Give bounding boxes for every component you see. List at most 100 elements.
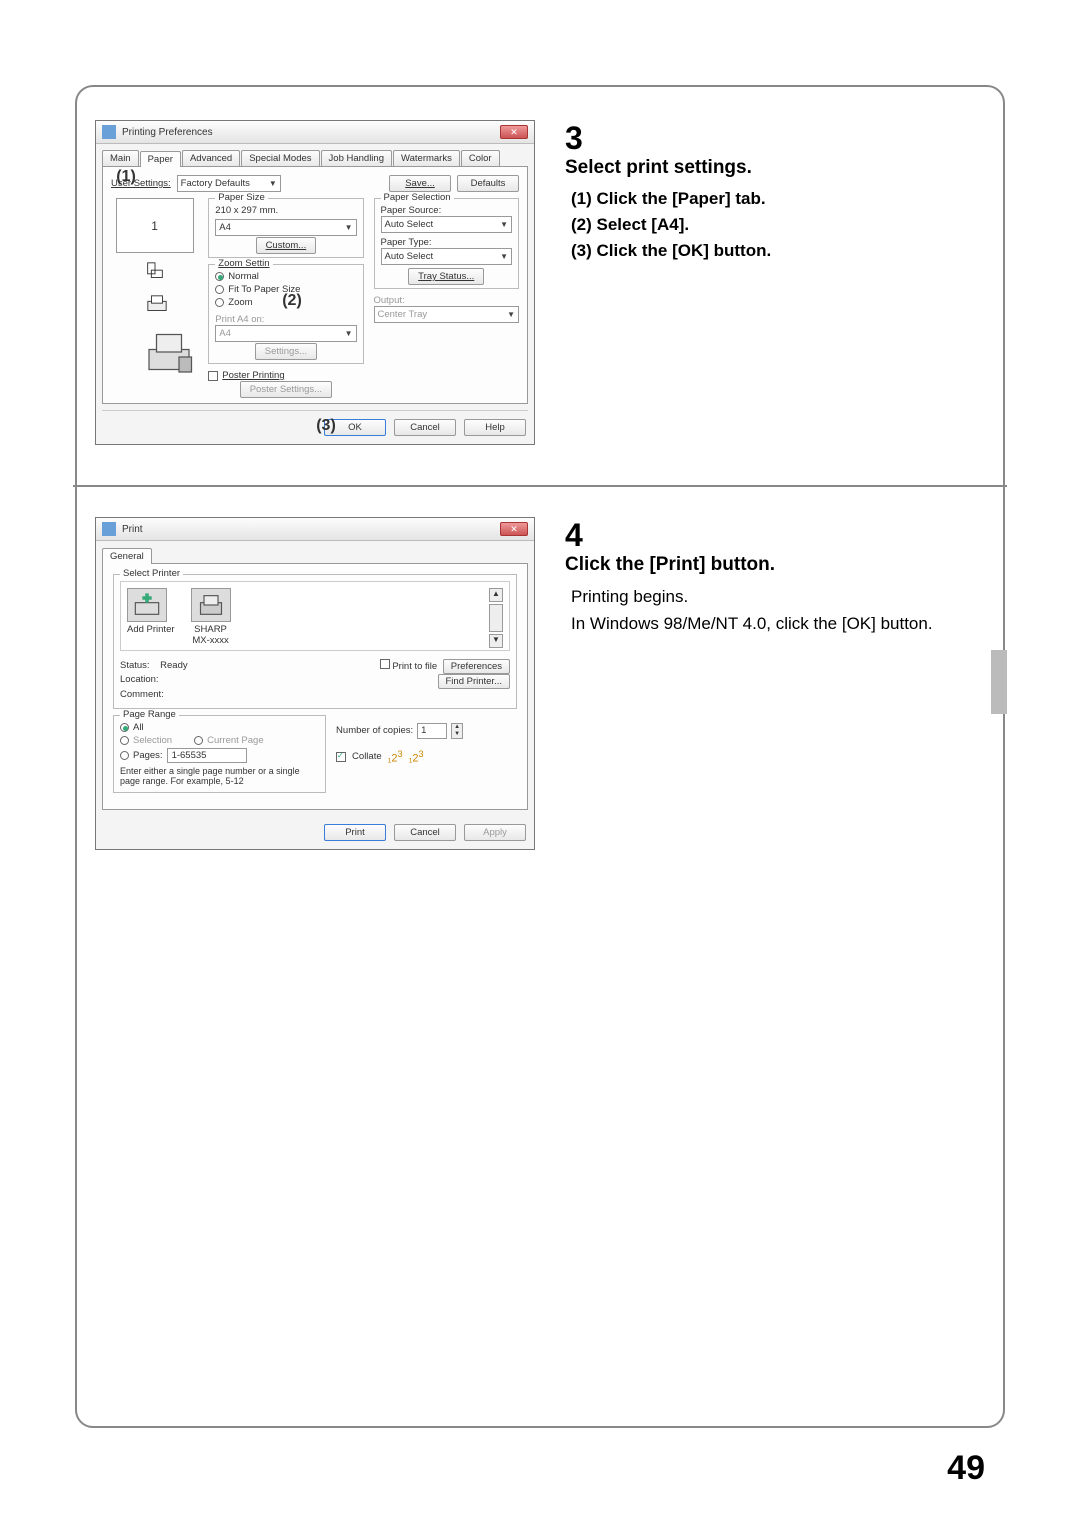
defaults-button[interactable]: Defaults <box>457 175 519 192</box>
print-on-dropdown: A4▼ <box>215 325 356 342</box>
radio-pages[interactable]: Pages: 1-65535 <box>120 748 319 763</box>
custom-size-button[interactable]: Custom... <box>256 237 317 254</box>
collate-label: Collate <box>352 751 382 762</box>
window-title: Print <box>122 524 143 535</box>
pages-input[interactable]: 1-65535 <box>167 748 247 763</box>
print-to-file-label: Print to file <box>392 661 437 672</box>
printing-preferences-dialog: Printing Preferences ✕ Main Paper Advanc… <box>95 120 535 445</box>
tabs-panel: User Settings: Factory Defaults▼ Save...… <box>102 166 528 404</box>
help-button[interactable]: Help <box>464 419 526 436</box>
window-titlebar: Print ✕ <box>96 518 534 541</box>
step4-desc2: In Windows 98/Me/NT 4.0, click the [OK] … <box>565 613 945 636</box>
chevron-down-icon: ▼ <box>269 179 277 188</box>
tab-advanced[interactable]: Advanced <box>182 150 240 166</box>
spin-down-icon[interactable]: ▼ <box>452 731 462 738</box>
step4-desc1: Printing begins. <box>565 586 945 609</box>
find-printer-button[interactable]: Find Printer... <box>438 674 511 689</box>
chevron-down-icon: ▼ <box>500 220 508 229</box>
tray-status-button[interactable]: Tray Status... <box>408 268 484 285</box>
poster-settings-button: Poster Settings... <box>240 381 332 398</box>
annotation-3: (3) <box>314 414 338 438</box>
page-range-legend: Page Range <box>120 709 179 720</box>
paper-type-label: Paper Type: <box>381 237 513 248</box>
paper-source-dropdown[interactable]: Auto Select▼ <box>381 216 513 233</box>
orientation-icon <box>144 261 166 283</box>
radio-normal[interactable]: Normal <box>215 271 356 282</box>
apply-button: Apply <box>464 824 526 841</box>
step3-title: Select print settings. <box>565 157 945 179</box>
page-range-fieldset: Page Range All Selection Current Page Pa… <box>113 715 326 793</box>
step4-title: Click the [Print] button. <box>565 554 945 576</box>
add-printer-icon <box>127 588 167 622</box>
save-button[interactable]: Save... <box>389 175 451 192</box>
tray-icon <box>144 294 166 316</box>
printer-device-icon <box>144 327 166 349</box>
radio-current-label: Current Page <box>207 735 264 746</box>
add-printer-item[interactable]: Add Printer <box>127 588 175 635</box>
chevron-down-icon: ▼ <box>507 310 515 319</box>
step-number-3: 3 <box>565 120 601 157</box>
app-icon <box>102 522 116 536</box>
tab-general[interactable]: General <box>102 548 152 564</box>
comment-label: Comment: <box>120 688 370 702</box>
tab-job-handling[interactable]: Job Handling <box>321 150 392 166</box>
scrollbar-track[interactable] <box>489 604 503 632</box>
copies-label: Number of copies: <box>336 725 413 736</box>
select-printer-fieldset: Select Printer Add Printer <box>113 574 517 709</box>
preferences-button[interactable]: Preferences <box>443 659 510 674</box>
tab-main[interactable]: Main <box>102 150 139 166</box>
scroll-up-icon[interactable]: ▲ <box>489 588 503 602</box>
tab-watermarks[interactable]: Watermarks <box>393 150 460 166</box>
close-icon[interactable]: ✕ <box>500 522 528 536</box>
tab-paper[interactable]: Paper <box>140 151 181 167</box>
collate-checkbox[interactable] <box>336 752 346 762</box>
zoom-legend: Zoom Settin <box>215 258 272 269</box>
tab-color[interactable]: Color <box>461 150 500 166</box>
radio-selection-icon <box>120 736 129 745</box>
select-printer-legend: Select Printer <box>120 568 183 579</box>
collate-icon: ₁23 ₁23 <box>388 749 424 765</box>
radio-all[interactable]: All <box>120 722 319 733</box>
step3-sub3: (3) Click the [OK] button. <box>565 241 945 261</box>
checkbox-icon <box>208 371 218 381</box>
chevron-down-icon: ▼ <box>500 252 508 261</box>
window-title: Printing Preferences <box>122 127 213 138</box>
radio-icon <box>120 723 129 732</box>
radio-icon <box>215 298 224 307</box>
tabs-panel: Select Printer Add Printer <box>102 563 528 810</box>
tab-special-modes[interactable]: Special Modes <box>241 150 319 166</box>
printer-icon <box>191 588 231 622</box>
print-to-file-checkbox[interactable] <box>380 659 390 669</box>
pages-hint: Enter either a single page number or a s… <box>120 766 319 786</box>
status-label: Status: <box>120 660 150 671</box>
print-on-label: Print A4 on: <box>215 314 356 325</box>
spin-up-icon[interactable]: ▲ <box>452 724 462 731</box>
radio-current-icon <box>194 736 203 745</box>
page-number: 49 <box>947 1449 985 1488</box>
printer-name-2: MX-xxxx <box>191 635 231 646</box>
poster-checkbox[interactable]: Poster Printing <box>208 370 363 381</box>
status-value: Ready <box>160 660 187 671</box>
scroll-down-icon[interactable]: ▼ <box>489 634 503 648</box>
zoom-fieldset: Zoom Settin Normal Fit To Paper Size Zoo… <box>208 264 363 364</box>
cancel-button[interactable]: Cancel <box>394 419 456 436</box>
copies-input[interactable]: 1 <box>417 723 447 739</box>
radio-selection-label: Selection <box>133 735 172 746</box>
printer-item-sharp[interactable]: SHARP MX-xxxx <box>191 588 231 646</box>
step3-sub2: (2) Select [A4]. <box>565 215 945 235</box>
paper-size-dropdown[interactable]: A4▼ <box>215 219 356 236</box>
paper-selection-legend: Paper Selection <box>381 192 454 203</box>
radio-icon <box>215 272 224 281</box>
window-titlebar: Printing Preferences ✕ <box>96 121 534 144</box>
copies-spinner[interactable]: ▲▼ <box>451 723 463 739</box>
paper-type-dropdown[interactable]: Auto Select▼ <box>381 248 513 265</box>
step3-sub1: (1) Click the [Paper] tab. <box>565 189 945 209</box>
print-button[interactable]: Print <box>324 824 386 841</box>
output-dropdown: Center Tray▼ <box>374 306 520 323</box>
cancel-button[interactable]: Cancel <box>394 824 456 841</box>
paper-size-fieldset: Paper Size 210 x 297 mm. A4▼ Custom... <box>208 198 363 258</box>
annotation-2: (2) <box>280 289 304 313</box>
user-settings-dropdown[interactable]: Factory Defaults▼ <box>177 175 281 192</box>
close-icon[interactable]: ✕ <box>500 125 528 139</box>
app-icon <box>102 125 116 139</box>
